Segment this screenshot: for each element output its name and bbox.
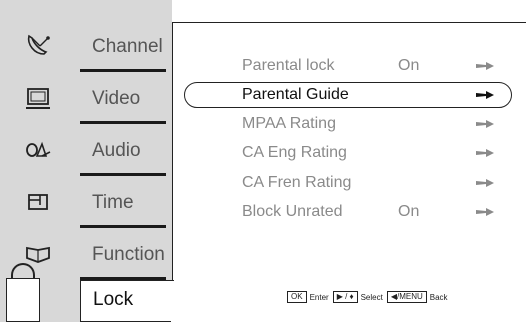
- select-hint: Select: [360, 292, 383, 302]
- menu-item-label: CA Eng Rating: [242, 144, 347, 161]
- arrow-right-icon: [476, 120, 494, 128]
- satellite-dish-icon: [24, 32, 52, 60]
- sidebar-divider: [80, 225, 166, 228]
- menu-item-label: Parental lock: [242, 57, 335, 74]
- menu-item-label: CA Fren Rating: [242, 174, 352, 191]
- arrow-right-icon: [476, 62, 494, 70]
- padlock-body: [6, 278, 40, 322]
- sidebar-item-time[interactable]: Time: [0, 178, 172, 230]
- arrow-right-icon: [476, 179, 494, 187]
- sidebar-item-label: Lock: [93, 289, 134, 310]
- monitor-icon: [24, 84, 52, 112]
- sidebar-item-label: Channel: [92, 36, 163, 57]
- sidebar-divider: [80, 173, 166, 176]
- sidebar-item-label: Audio: [92, 140, 141, 161]
- menu-item-label: Parental Guide: [242, 86, 349, 103]
- audio-icon: [24, 136, 52, 164]
- enter-hint: Enter: [309, 292, 329, 302]
- tab-connector: [171, 281, 175, 322]
- help-bar: OK Enter ▶ / ♦ Select ◀/MENU Back: [287, 290, 452, 304]
- arrow-right-icon: [476, 208, 494, 216]
- sidebar-divider: [80, 121, 166, 124]
- nav-key: ▶ / ♦: [332, 291, 358, 303]
- sidebar-item-label: Video: [92, 88, 141, 109]
- menu-panel: [172, 22, 526, 322]
- sidebar-item-channel[interactable]: Channel: [0, 22, 172, 74]
- sidebar-divider: [80, 69, 166, 72]
- sidebar-item-video[interactable]: Video: [0, 74, 172, 126]
- menu-item-value: On: [398, 203, 420, 220]
- sidebar-item-label: Function: [92, 244, 165, 265]
- menu-item-value: On: [398, 57, 420, 74]
- sidebar-item-audio[interactable]: Audio: [0, 126, 172, 178]
- menu-item-label: Block Unrated: [242, 203, 343, 220]
- arrow-right-icon: [476, 149, 494, 157]
- arrow-right-icon: [476, 91, 494, 99]
- clock-icon: [24, 188, 52, 216]
- back-hint: Back: [429, 292, 448, 302]
- ok-key: OK: [287, 291, 307, 303]
- menu-item-label: MPAA Rating: [242, 115, 336, 132]
- sidebar-item-label: Time: [92, 192, 134, 213]
- menu-key: ◀/MENU: [386, 291, 427, 303]
